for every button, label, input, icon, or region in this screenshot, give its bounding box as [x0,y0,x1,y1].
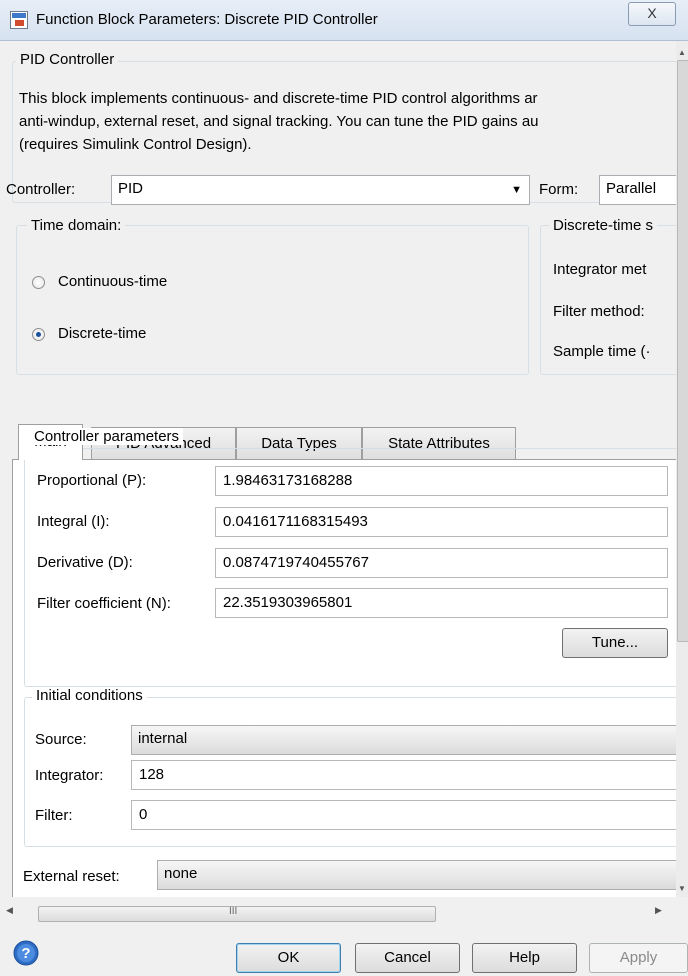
dropdown-arrow-icon: ▼ [511,184,522,196]
filter-ic-value: 0 [139,806,148,823]
integral-value: 0.0416171168315493 [223,513,368,530]
apply-button-label: Apply [619,949,658,966]
time-domain-group [16,225,529,375]
description-group-title: PID Controller [16,51,119,68]
help-button-label: Help [509,949,540,966]
radio-continuous-time[interactable] [32,276,45,289]
horizontal-scroll-thumb[interactable]: III [38,906,436,922]
integral-label: Integral (I): [37,513,110,530]
time-domain-title: Time domain: [27,217,126,234]
simulink-block-icon [10,11,28,29]
filter-coefficient-field[interactable]: 22.3519303965801 [215,588,668,618]
scroll-grip-icon: III [229,906,238,917]
external-reset-value: none [164,865,198,882]
cancel-button[interactable]: Cancel [355,943,460,973]
integrator-ic-label: Integrator: [35,767,104,784]
close-button[interactable]: X [628,2,676,26]
tune-button-label: Tune... [591,634,639,651]
filter-ic-label: Filter: [35,807,73,824]
integrator-ic-value: 128 [139,766,165,783]
derivative-label: Derivative (D): [37,554,133,571]
filter-coefficient-label: Filter coefficient (N): [37,595,171,612]
controller-parameters-title: Controller parameters [30,428,184,445]
proportional-value: 1.98463173168288 [223,472,353,489]
discrete-time-settings-title: Discrete-time s [549,217,658,234]
filter-coefficient-value: 22.3519303965801 [223,594,353,611]
source-label: Source: [35,731,87,748]
derivative-field[interactable]: 0.0874719740455767 [215,548,668,578]
external-reset-select[interactable]: none [157,860,676,890]
derivative-value: 0.0874719740455767 [223,554,369,571]
form-select[interactable]: Parallel [599,175,676,205]
source-value: internal [138,730,188,747]
form-value: Parallel [606,180,657,197]
external-reset-label: External reset: [23,868,120,885]
scroll-left-arrow-icon[interactable]: ◀ [6,905,13,916]
dialog-content: PID Controller This block implements con… [0,41,676,897]
scroll-down-arrow-icon[interactable]: ▼ [676,884,688,893]
scroll-up-arrow-icon[interactable]: ▲ [676,48,688,57]
svg-text:?: ? [21,945,30,962]
ok-button-label: OK [277,949,300,966]
vertical-scroll-thumb[interactable] [677,60,688,642]
sample-time-label: Sample time (· [553,343,651,360]
close-icon: X [647,5,657,21]
initial-conditions-title: Initial conditions [32,687,147,704]
help-icon[interactable]: ? [13,940,39,966]
integrator-method-label: Integrator met [553,261,647,278]
controller-value: PID [118,180,144,197]
proportional-label: Proportional (P): [37,472,147,489]
help-button[interactable]: Help [472,943,577,973]
integral-field[interactable]: 0.0416171168315493 [215,507,668,537]
filter-method-label: Filter method: [553,303,645,320]
filter-ic-field[interactable]: 0 [131,800,676,830]
description-line-2: anti-windup, external reset, and signal … [19,113,539,130]
form-label: Form: [539,181,579,198]
source-select[interactable]: internal [131,725,676,755]
radio-continuous-time-label[interactable]: Continuous-time [58,273,167,290]
window-title: Function Block Parameters: Discrete PID … [36,11,378,28]
controller-select[interactable]: PID ▼ [111,175,530,205]
integrator-ic-field[interactable]: 128 [131,760,676,790]
description-line-1: This block implements continuous- and di… [19,90,538,107]
proportional-field[interactable]: 1.98463173168288 [215,466,668,496]
radio-discrete-time-label[interactable]: Discrete-time [58,325,146,342]
title-bar: Function Block Parameters: Discrete PID … [0,0,688,41]
scroll-right-arrow-icon[interactable]: ▶ [655,905,662,916]
apply-button: Apply [589,943,688,973]
cancel-button-label: Cancel [384,949,431,966]
controller-label: Controller: [6,181,76,198]
description-line-3: (requires Simulink Control Design). [19,136,252,153]
radio-discrete-time[interactable] [32,328,45,341]
ok-button[interactable]: OK [236,943,341,973]
tune-button[interactable]: Tune... [562,628,668,658]
